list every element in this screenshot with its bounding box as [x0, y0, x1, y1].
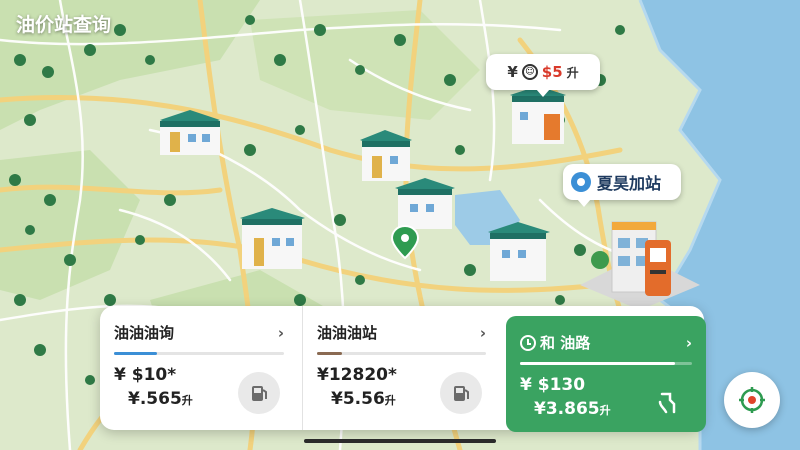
pin-icon — [571, 172, 591, 192]
station-card-1-name: 油油油询 — [114, 324, 175, 342]
app-title: 油价站查询 — [16, 14, 112, 36]
fuel-pump-icon — [238, 372, 280, 414]
station-card-3-bar — [520, 362, 692, 365]
station-card-3-sub-value: ¥3.865 — [534, 399, 600, 419]
station-card-2-name: 油油油站 — [317, 324, 378, 342]
station-tag-label: 夏昊加站 — [597, 174, 662, 193]
price-bubble[interactable]: ¥ ☺ $5 升 — [486, 54, 600, 97]
locate-button[interactable] — [724, 372, 780, 428]
chevron-right-icon: › — [277, 323, 284, 342]
station-card-2-unit: 升 — [384, 394, 396, 407]
fuel-nozzle-icon — [646, 382, 688, 424]
station-card-2-sub-value: ¥5.56 — [331, 389, 385, 409]
fuel-pump-icon — [440, 372, 482, 414]
station-card-1-unit: 升 — [181, 394, 193, 407]
price-bubble-prefix: ¥ — [507, 63, 518, 81]
compass-locate-icon — [739, 387, 765, 413]
home-indicator — [304, 439, 496, 443]
station-card-3-unit: 升 — [599, 404, 611, 417]
station-card-1-bar — [114, 352, 284, 355]
station-tag[interactable]: 夏昊加站 — [563, 164, 681, 207]
station-cards: 油油油询 › ¥ $10* ¥.565升 油油油站 › ¥12820* ¥5.5… — [100, 306, 706, 432]
clock-icon — [520, 334, 536, 351]
station-card-2[interactable]: 油油油站 › ¥12820* ¥5.56升 — [302, 306, 500, 430]
chevron-right-icon: › — [685, 333, 692, 352]
station-card-3-name: 和 油路 — [540, 334, 591, 352]
station-card-1[interactable]: 油油油询 › ¥ $10* ¥.565升 — [100, 306, 298, 430]
station-card-3-active[interactable]: 和 油路 › ¥ $130 ¥3.865升 — [506, 316, 706, 432]
chevron-right-icon: › — [479, 323, 486, 342]
price-bubble-unit: 升 — [566, 65, 579, 80]
price-bubble-price: $5 — [541, 63, 563, 81]
smiley-marker-icon: ☺ — [521, 64, 538, 80]
station-card-1-sub-value: ¥.565 — [128, 389, 182, 409]
station-card-2-bar — [317, 352, 486, 355]
